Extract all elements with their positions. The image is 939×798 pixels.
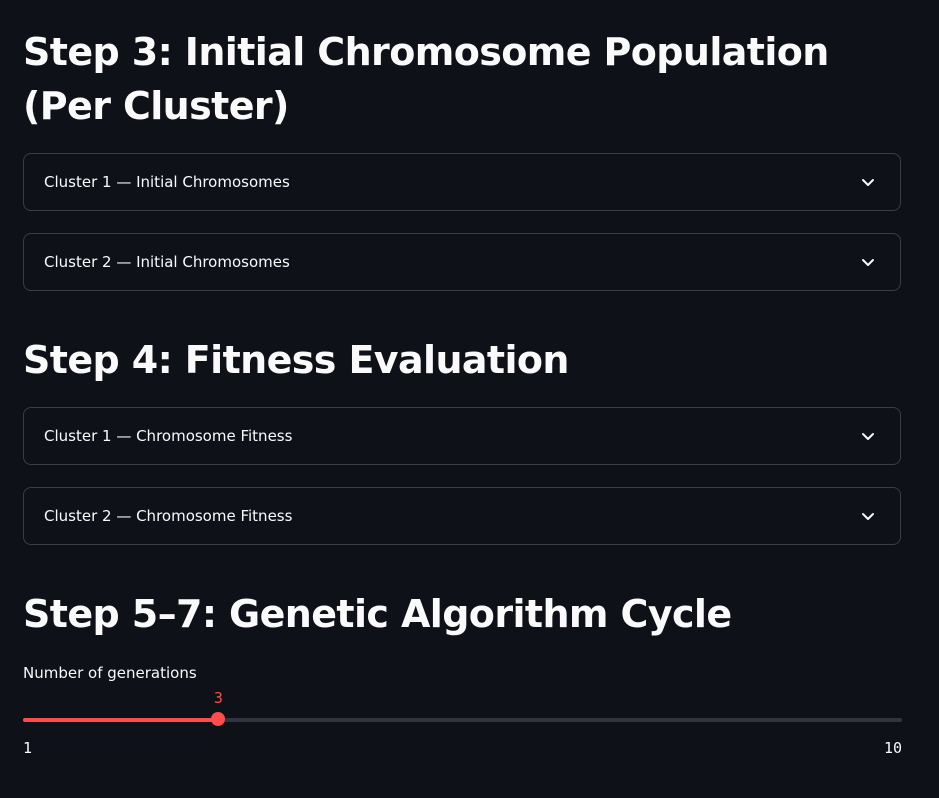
chevron-down-icon — [860, 428, 876, 444]
generations-slider-fill — [23, 718, 219, 722]
expander-cluster2-chromosome-fitness[interactable]: Cluster 2 — Chromosome Fitness — [23, 487, 901, 545]
slider-label: Number of generations — [23, 664, 197, 682]
expander-cluster1-chromosome-fitness[interactable]: Cluster 1 — Chromosome Fitness — [23, 407, 901, 465]
expander-cluster2-initial-chromosomes[interactable]: Cluster 2 — Initial Chromosomes — [23, 233, 901, 291]
generations-slider-track[interactable]: 3 — [23, 689, 902, 726]
expander-label: Cluster 1 — Chromosome Fitness — [44, 427, 293, 445]
section-heading-step4: Step 4: Fitness Evaluation — [23, 338, 569, 382]
chevron-down-icon — [860, 254, 876, 270]
expander-label: Cluster 2 — Initial Chromosomes — [44, 253, 290, 271]
section-heading-step3: Step 3: Initial Chromosome Population (P… — [23, 30, 829, 128]
expander-label: Cluster 2 — Chromosome Fitness — [44, 507, 293, 525]
chevron-down-icon — [860, 508, 876, 524]
generations-slider-value: 3 — [213, 689, 223, 707]
expander-label: Cluster 1 — Initial Chromosomes — [44, 173, 290, 191]
generations-slider-thumb[interactable] — [211, 712, 226, 726]
section-heading-step5: Step 5–7: Genetic Algorithm Cycle — [23, 592, 732, 636]
page: Step 3: Initial Chromosome Population (P… — [0, 0, 939, 798]
chevron-down-icon — [860, 174, 876, 190]
expander-cluster1-initial-chromosomes[interactable]: Cluster 1 — Initial Chromosomes — [23, 153, 901, 211]
slider-min-label: 1 — [23, 739, 33, 757]
slider-max-label: 10 — [883, 739, 902, 757]
